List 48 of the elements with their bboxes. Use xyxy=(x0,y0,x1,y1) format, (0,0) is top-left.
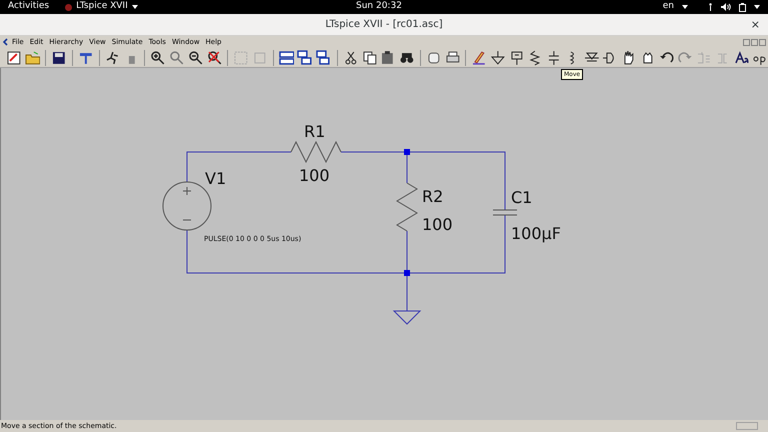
running-figure-icon[interactable] xyxy=(104,50,121,66)
component-value: 100 xyxy=(299,166,330,185)
capacitor-symbol xyxy=(492,210,518,216)
zoom-cancel-icon[interactable] xyxy=(206,50,222,66)
resistor-symbol xyxy=(290,140,342,164)
app-menu[interactable]: LTspice XVII xyxy=(76,0,128,14)
component-value: 100µF xyxy=(511,224,561,243)
text-icon[interactable] xyxy=(734,50,750,66)
copy-icon[interactable] xyxy=(362,50,378,66)
new-schematic-icon[interactable] xyxy=(6,50,22,66)
status-panel xyxy=(736,422,758,430)
language-menu[interactable]: en xyxy=(662,0,674,14)
zoom-in-icon[interactable] xyxy=(150,50,166,66)
caret-icon xyxy=(754,5,760,9)
tile-vertical-icon[interactable] xyxy=(316,50,332,66)
cut-icon[interactable] xyxy=(342,50,359,66)
caret-icon xyxy=(682,5,688,9)
ground-symbol xyxy=(392,310,422,325)
app-icon[interactable] xyxy=(2,38,9,46)
folder-icon[interactable] xyxy=(24,50,40,66)
caret-icon xyxy=(132,5,138,9)
component-name: C1 xyxy=(511,188,532,207)
activities-button[interactable]: Activities xyxy=(8,0,50,14)
minimize-button[interactable] xyxy=(743,38,750,46)
close-button[interactable] xyxy=(759,38,766,46)
app-icon xyxy=(65,4,72,10)
tile-horizontal-icon[interactable] xyxy=(278,50,294,66)
label-icon[interactable] xyxy=(508,50,524,66)
capacitor-icon[interactable] xyxy=(546,50,562,66)
component-name: R1 xyxy=(304,122,326,141)
volume-icon[interactable] xyxy=(721,3,731,11)
clock[interactable]: Sun 20:32 xyxy=(356,0,402,14)
zoom-out-icon[interactable] xyxy=(188,50,204,66)
component-name: V1 xyxy=(205,169,226,188)
cascade-icon[interactable] xyxy=(297,50,314,66)
ground-icon[interactable] xyxy=(490,50,506,66)
undo-icon[interactable] xyxy=(658,50,674,66)
printer-icon[interactable] xyxy=(444,50,460,66)
battery-icon[interactable] xyxy=(739,2,746,12)
pencil-icon[interactable] xyxy=(471,50,488,66)
save-icon[interactable] xyxy=(51,50,68,66)
window-title: LTspice XVII - [rc01.asc] xyxy=(325,18,443,32)
component-value: 100 xyxy=(422,215,453,234)
restore-button[interactable] xyxy=(751,38,758,46)
accessibility-icon[interactable] xyxy=(708,3,713,11)
resistor-symbol xyxy=(396,182,418,232)
close-button[interactable]: × xyxy=(750,19,760,30)
component-name: R2 xyxy=(422,187,444,206)
